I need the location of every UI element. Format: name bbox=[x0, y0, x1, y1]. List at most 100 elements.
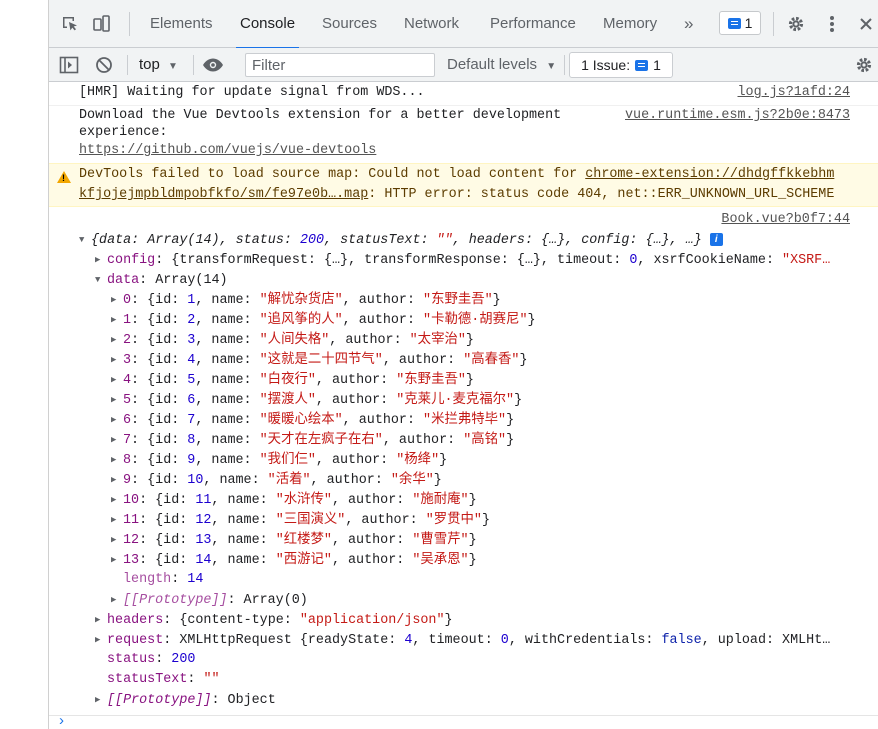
property-value: , upload: XMLHt… bbox=[701, 633, 831, 648]
tab-memory[interactable]: Memory bbox=[603, 0, 657, 48]
sidebar-toggle-icon[interactable] bbox=[58, 55, 80, 75]
source-link[interactable]: vue.runtime.esm.js?2b0e:8473 bbox=[625, 106, 850, 126]
vue-devtools-link[interactable]: https://github.com/vuejs/vue-devtools bbox=[79, 141, 376, 161]
extension-link-cont[interactable]: kfjojejmpbldmpobfkfo/sm/fe97e0b….map bbox=[79, 187, 368, 202]
data-array-item[interactable]: ▶ 2: {id: 3, name: "人间失格", author: "太宰治"} bbox=[111, 330, 474, 350]
data-array-item[interactable]: ▶ 4: {id: 5, name: "白夜行", author: "东野圭吾"} bbox=[111, 370, 474, 390]
data-array-item[interactable]: ▶ 12: {id: 13, name: "红楼梦", author: "曹雪芹"… bbox=[111, 530, 477, 550]
collapsed-triangle-icon: ▶ bbox=[111, 375, 117, 385]
data-array-item[interactable]: ▶ 3: {id: 4, name: "这就是二十四节气", author: "高… bbox=[111, 350, 528, 370]
collapsed-triangle-icon: ▶ bbox=[111, 475, 117, 485]
item-name: "白夜行" bbox=[259, 373, 316, 388]
item-text: , author: bbox=[382, 433, 464, 448]
item-name: "红楼梦" bbox=[275, 533, 332, 548]
data-array-item[interactable]: ▶ 9: {id: 10, name: "活着", author: "余华"} bbox=[111, 470, 442, 490]
item-text: : {id: bbox=[139, 533, 196, 548]
property-number: 14 bbox=[187, 572, 204, 587]
tab-console[interactable]: Console bbox=[235, 0, 300, 49]
data-array-item[interactable]: ▶ 0: {id: 1, name: "解忧杂货店", author: "东野圭吾… bbox=[111, 290, 501, 310]
context-dropdown-arrow-icon: ▼ bbox=[168, 61, 178, 72]
item-text: , name: bbox=[195, 433, 260, 448]
device-toolbar-icon[interactable] bbox=[91, 14, 113, 34]
data-array-item[interactable]: ▶ 7: {id: 8, name: "天才在左疯子在右", author: "高… bbox=[111, 430, 514, 450]
data-array-item[interactable]: ▶ 8: {id: 9, name: "我们仨", author: "杨绛"} bbox=[111, 450, 447, 470]
close-icon[interactable] bbox=[855, 14, 877, 34]
item-index: 11 bbox=[123, 513, 140, 528]
item-text: : {id: bbox=[131, 313, 188, 328]
item-index: 1 bbox=[123, 313, 132, 328]
more-tabs-button[interactable]: » bbox=[684, 0, 693, 48]
extension-link[interactable]: chrome-extension://dhdgffkkebhm bbox=[585, 167, 834, 182]
request-row[interactable]: ▶ request: XMLHttpRequest {readyState: 4,… bbox=[95, 630, 830, 650]
item-text: , name: bbox=[195, 353, 260, 368]
settings-gear-icon[interactable] bbox=[785, 14, 807, 34]
tabbar-divider bbox=[773, 12, 774, 36]
property-value: : Array(14) bbox=[139, 273, 228, 288]
tabbar-divider bbox=[129, 12, 130, 36]
item-name: "活着" bbox=[267, 473, 311, 488]
property-value: , xsrfCookieName: bbox=[637, 253, 783, 268]
property-key: headers bbox=[107, 613, 164, 628]
context-selector[interactable]: top ▼ bbox=[139, 48, 178, 82]
item-text: , author: bbox=[315, 373, 397, 388]
source-link[interactable]: log.js?1afd:24 bbox=[738, 83, 851, 103]
console-prompt-icon[interactable]: › bbox=[59, 712, 64, 729]
data-array-item[interactable]: ▶ 11: {id: 12, name: "三国演义", author: "罗贯中… bbox=[111, 510, 490, 530]
item-text: : {id: bbox=[131, 453, 188, 468]
data-array-item[interactable]: ▶ 5: {id: 6, name: "摆渡人", author: "克莱儿·麦克… bbox=[111, 390, 522, 410]
collapsed-triangle-icon: ▶ bbox=[95, 255, 101, 265]
context-selector-value: top bbox=[139, 56, 160, 73]
object-prototype-row[interactable]: ▶ [[Prototype]]: Object bbox=[95, 690, 276, 710]
array-prototype-row[interactable]: ▶ [[Prototype]]: Array(0) bbox=[111, 590, 308, 610]
log-levels-dropdown[interactable]: Default levels ▼ bbox=[447, 48, 556, 82]
console-settings-gear-icon[interactable] bbox=[853, 55, 875, 75]
item-index: 6 bbox=[123, 413, 132, 428]
data-array-item[interactable]: ▶ 1: {id: 2, name: "追风筝的人", author: "卡勒德·… bbox=[111, 310, 536, 330]
item-index: 10 bbox=[123, 493, 140, 508]
property-key: [[Prototype]] bbox=[123, 593, 228, 608]
tab-performance[interactable]: Performance bbox=[490, 0, 576, 48]
issues-counter-badge[interactable]: 1 bbox=[719, 11, 761, 35]
item-text: } bbox=[465, 373, 474, 388]
headers-row[interactable]: ▶ headers: {content-type: "application/js… bbox=[95, 610, 453, 630]
expanded-triangle-icon: ▼ bbox=[79, 235, 85, 245]
live-expression-eye-icon[interactable] bbox=[202, 55, 224, 75]
item-text: , name: bbox=[195, 373, 260, 388]
log-levels-value: Default levels bbox=[447, 56, 538, 73]
clear-console-icon[interactable] bbox=[93, 55, 115, 75]
item-text: : {id: bbox=[131, 293, 188, 308]
item-id: 10 bbox=[187, 473, 204, 488]
more-options-kebab-icon[interactable] bbox=[821, 14, 843, 34]
summary-statustext: "" bbox=[436, 233, 453, 248]
property-value: : Object bbox=[211, 693, 276, 708]
property-key: length bbox=[123, 572, 172, 587]
config-row[interactable]: ▶ config: {transformRequest: {…}, transfo… bbox=[95, 250, 830, 270]
item-text: , name: bbox=[195, 413, 260, 428]
item-index: 7 bbox=[123, 433, 132, 448]
data-array-item[interactable]: ▶ 10: {id: 11, name: "水浒传", author: "施耐庵"… bbox=[111, 490, 477, 510]
item-text: } bbox=[519, 353, 528, 368]
item-author: "杨绛" bbox=[396, 453, 440, 468]
tab-elements[interactable]: Elements bbox=[150, 0, 213, 48]
item-index: 0 bbox=[123, 293, 132, 308]
inspect-element-icon[interactable] bbox=[59, 14, 81, 34]
tab-network[interactable]: Network bbox=[404, 0, 459, 48]
length-row: length: 14 bbox=[123, 572, 204, 587]
source-link[interactable]: Book.vue?b0f7:44 bbox=[721, 210, 850, 230]
data-row[interactable]: ▼ data: Array(14) bbox=[95, 270, 228, 290]
issues-count: 1 bbox=[653, 57, 661, 73]
item-author: "高春香" bbox=[463, 353, 520, 368]
item-text: : {id: bbox=[131, 373, 188, 388]
item-text: , name: bbox=[211, 513, 276, 528]
object-summary-row[interactable]: ▼ {data: Array(14), status: 200, statusTe… bbox=[79, 230, 723, 250]
item-index: 8 bbox=[123, 453, 132, 468]
data-array-item[interactable]: ▶ 13: {id: 14, name: "西游记", author: "吴承恩"… bbox=[111, 550, 477, 570]
info-icon[interactable]: i bbox=[709, 233, 723, 246]
tab-sources[interactable]: Sources bbox=[322, 0, 377, 48]
property-key: status bbox=[107, 652, 156, 667]
warning-line-2: kfjojejmpbldmpobfkfo/sm/fe97e0b….map: HT… bbox=[79, 185, 834, 205]
data-array-item[interactable]: ▶ 6: {id: 7, name: "暖暖心绘本", author: "米拦弗特… bbox=[111, 410, 514, 430]
issues-button[interactable]: 1 Issue: 1 bbox=[569, 52, 673, 78]
item-name: "三国演义" bbox=[275, 513, 346, 528]
filter-input[interactable] bbox=[245, 53, 435, 77]
